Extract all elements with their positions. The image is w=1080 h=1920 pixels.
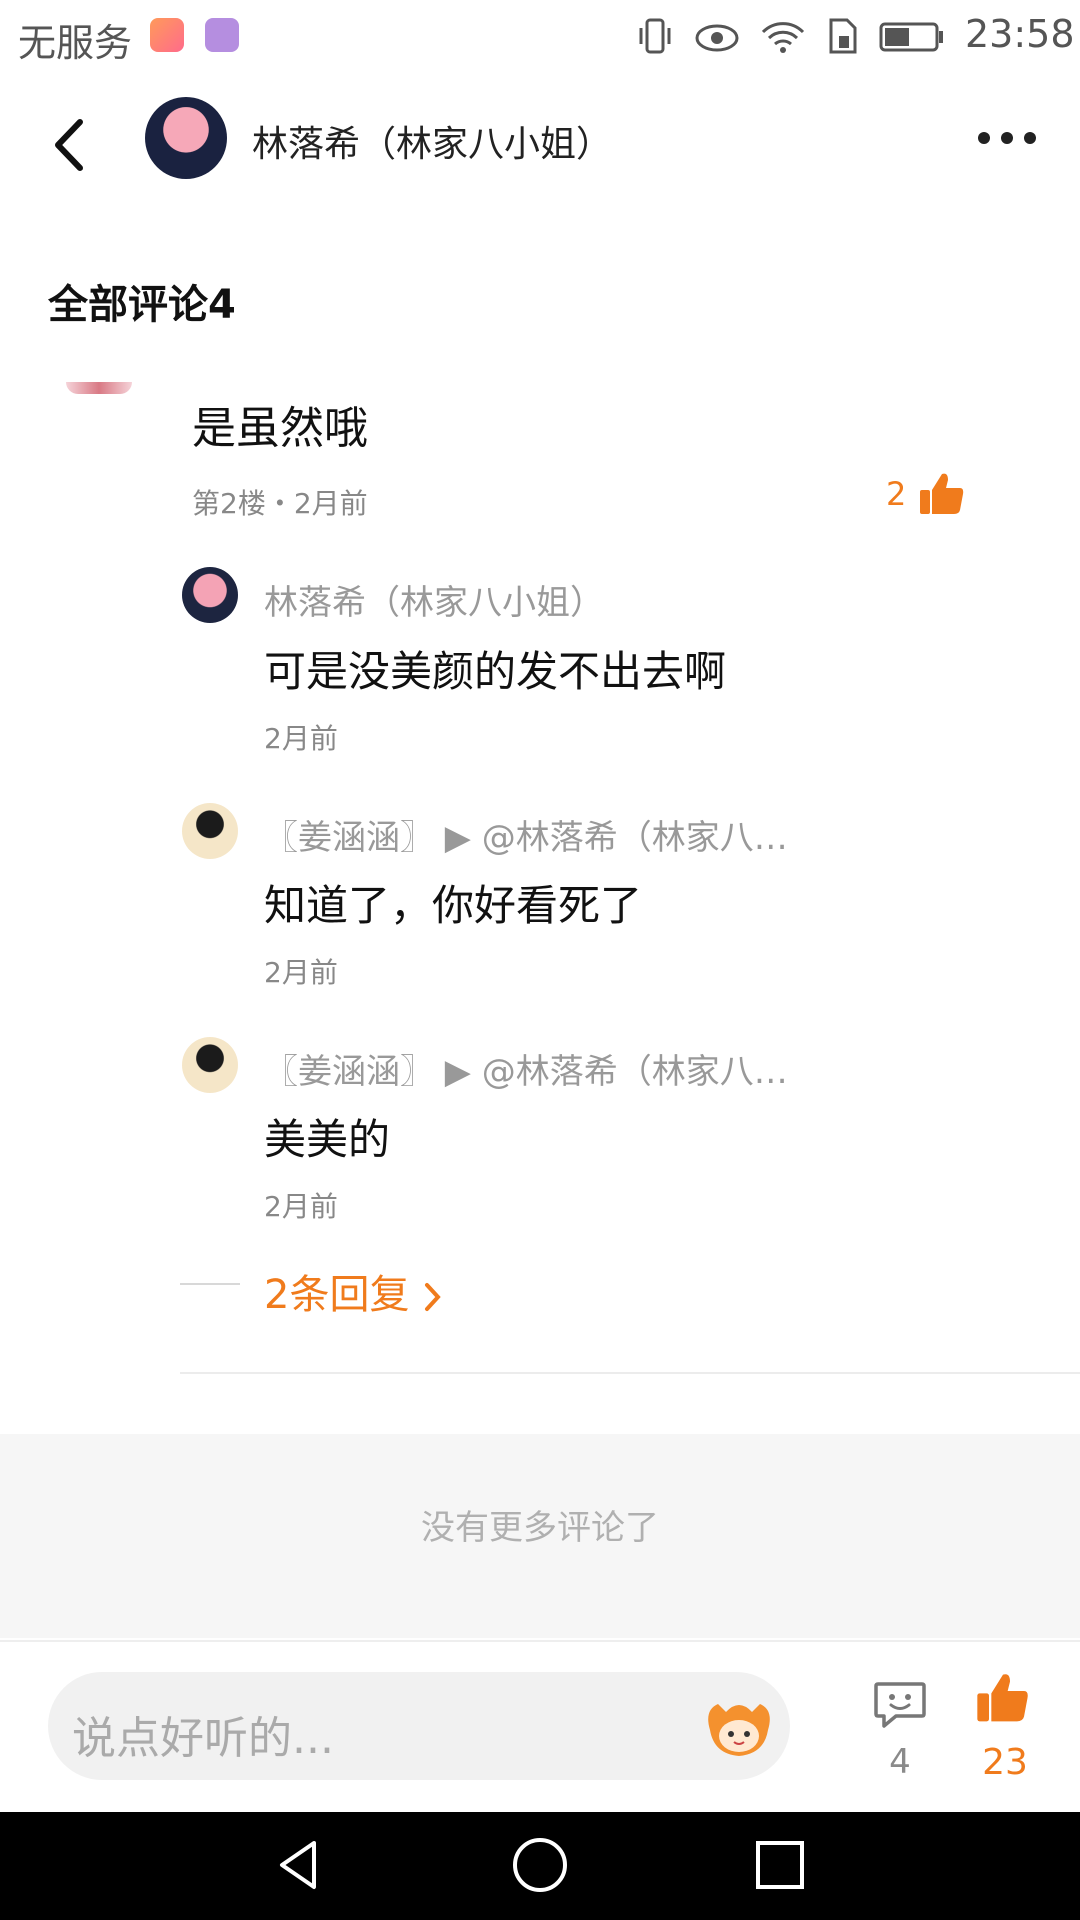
comment-input-placeholder[interactable]: 说点好听的... [72, 1702, 334, 1766]
page-title[interactable]: 林落希（林家八小姐） [252, 115, 612, 167]
comment-meta: 第2楼・2月前 [192, 487, 368, 520]
status-bar: 无服务 23:58 [0, 0, 1080, 76]
like-count: 23 [982, 1742, 1028, 1783]
more-replies-divider [180, 1283, 240, 1285]
back-arrow-icon [55, 119, 83, 171]
gallery-app-icon [205, 18, 239, 52]
comment-like-count[interactable]: 2 [886, 475, 906, 513]
mascot-emoji-icon [708, 1704, 770, 1756]
nav-back-button[interactable] [270, 1835, 330, 1895]
carrier-label: 无服务 [18, 21, 133, 65]
reply-author[interactable]: 林落希（林家八小姐） [264, 575, 604, 624]
reply-avatar[interactable] [182, 567, 238, 623]
reply-text: 知道了，你好看死了 [264, 881, 643, 930]
more-replies-link[interactable]: 2条回复 [264, 1262, 444, 1320]
comment-count: 4 [889, 1742, 911, 1782]
more-replies-label: 2条回复 [264, 1272, 410, 1318]
comment-text: 是虽然哦 [192, 403, 368, 454]
reply-avatar[interactable] [182, 1037, 238, 1093]
back-button[interactable] [40, 110, 100, 180]
section-title: 全部评论4 [48, 282, 236, 328]
reply-text: 美美的 [264, 1115, 391, 1164]
wifi-icon [761, 22, 805, 53]
triangle-back-icon [280, 1841, 316, 1889]
clock: 23:58 [965, 12, 1075, 56]
circle-home-icon [513, 1838, 567, 1892]
eye-icon [695, 24, 739, 52]
health-app-icon [150, 18, 184, 52]
reply-author[interactable]: 〖姜涵涵〗 ▶ @林落希（林家八… [264, 1044, 788, 1093]
reply-author[interactable]: 〖姜涵涵〗 ▶ @林落希（林家八… [264, 810, 788, 859]
chevron-right-icon [425, 1283, 441, 1311]
commenter-avatar[interactable] [66, 382, 132, 394]
square-recent-icon [756, 1841, 804, 1889]
like-post-button[interactable] [975, 1670, 1031, 1726]
emoji-button[interactable] [700, 1690, 778, 1762]
sim-icon [829, 18, 857, 54]
reply-time: 2月前 [264, 956, 338, 989]
thumbs-up-icon [920, 473, 964, 514]
avatar[interactable] [145, 97, 227, 179]
comments-button[interactable] [872, 1678, 928, 1730]
reply-text: 可是没美颜的发不出去啊 [264, 647, 727, 696]
thumbs-up-icon [977, 1674, 1028, 1722]
ellipsis-icon [978, 132, 1036, 144]
divider [180, 1372, 1080, 1374]
nav-home-button[interactable] [510, 1835, 570, 1895]
nav-recent-button[interactable] [750, 1835, 810, 1895]
reply-time: 2月前 [264, 1190, 338, 1223]
battery-icon [879, 22, 943, 52]
comment-like-button[interactable] [918, 470, 966, 518]
more-options-button[interactable] [972, 118, 1042, 158]
no-more-comments-label: 没有更多评论了 [421, 1508, 659, 1548]
reply-avatar[interactable] [182, 803, 238, 859]
reply-time: 2月前 [264, 722, 338, 755]
vibrate-icon [639, 18, 671, 54]
status-icons [635, 14, 945, 58]
comment-icon [874, 1682, 926, 1728]
